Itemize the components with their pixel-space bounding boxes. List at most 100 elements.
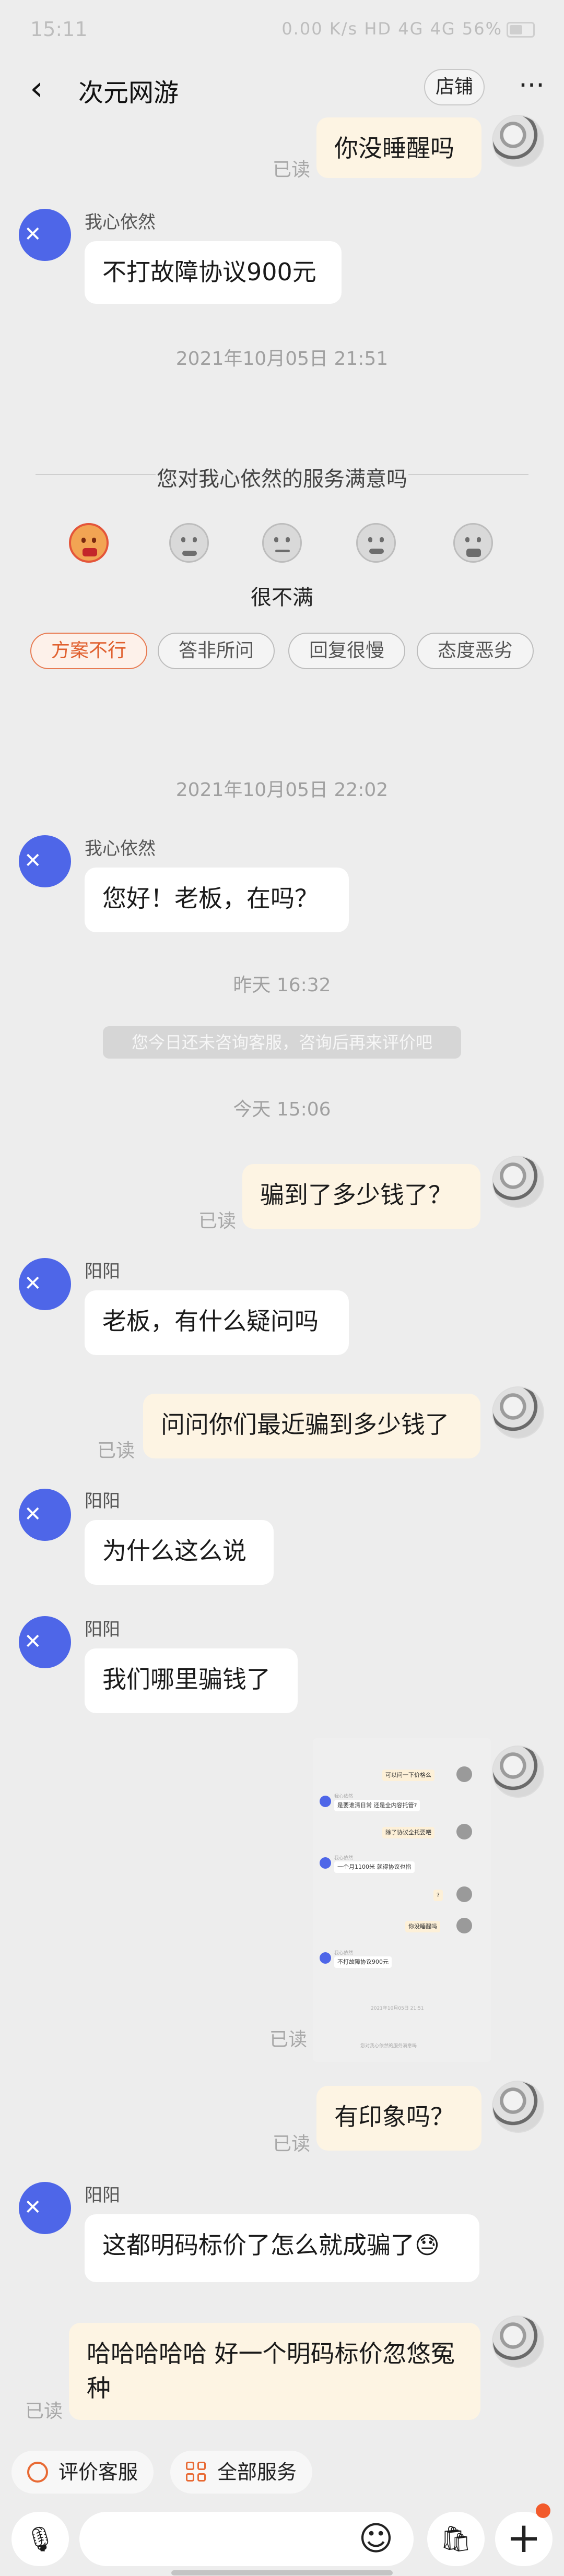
incoming-message[interactable]: 我们哪里骗钱了 bbox=[85, 1648, 298, 1713]
face-dissatisfied-icon[interactable] bbox=[169, 523, 209, 563]
rate-service-button[interactable]: 评价客服 bbox=[11, 2451, 154, 2494]
embed-timestamp: 2021年10月05日 21:51 bbox=[371, 2006, 424, 2011]
sender-name: 我心依然 bbox=[85, 212, 156, 233]
read-receipt: 已读 bbox=[269, 2029, 308, 2050]
outgoing-message[interactable]: 有印象吗？ bbox=[316, 2086, 481, 2151]
embed-sender: 我心依然 bbox=[334, 1951, 354, 1956]
shop-button[interactable]: 店铺 bbox=[424, 69, 485, 105]
embed-bubble: 是要谁清日常 还是全内容托管? bbox=[334, 1800, 420, 1811]
smile-icon bbox=[27, 2462, 48, 2483]
embed-question: 您对我心依然的服务满意吗 bbox=[360, 2044, 417, 2049]
image-message-screenshot[interactable]: 可以问一下价格么 我心依然 是要谁清日常 还是全内容托管? 除了协议全托要吧 我… bbox=[313, 1738, 491, 2062]
embed-bubble: 可以问一下价格么 bbox=[382, 1770, 434, 1781]
satisfaction-question: 您对我心依然的服务满意吗 bbox=[157, 467, 407, 491]
sender-name: 阳阳 bbox=[85, 1491, 120, 1512]
system-notice: 您今日还未咨询客服，咨询后再来评价吧 bbox=[103, 1026, 461, 1059]
incoming-message[interactable]: 不打故障协议900元 bbox=[85, 241, 342, 304]
sender-name: 阳阳 bbox=[85, 1261, 120, 1282]
status-indicators: 0.00 K/s HD 4G 4G 56% bbox=[281, 19, 535, 39]
chat-header: ‹ 次元网游 店铺 ··· bbox=[0, 63, 564, 115]
read-receipt: 已读 bbox=[97, 1440, 135, 1462]
embed-avatar bbox=[456, 1886, 472, 1902]
sender-name: 阳阳 bbox=[85, 2185, 120, 2206]
face-satisfied-icon[interactable] bbox=[356, 523, 396, 563]
embed-sender: 我心依然 bbox=[334, 1856, 354, 1861]
voice-input-button[interactable]: 🎙 bbox=[11, 2512, 69, 2566]
incoming-message[interactable]: 为什么这么说 bbox=[85, 1520, 274, 1585]
satisfaction-selected-label: 很不满 bbox=[251, 586, 313, 610]
input-bar: 🎙 ☺ 🛍 + bbox=[0, 2506, 564, 2576]
sender-name: 阳阳 bbox=[85, 1619, 120, 1640]
my-avatar[interactable] bbox=[492, 1746, 544, 1798]
shop-avatar[interactable]: ✕ bbox=[19, 835, 71, 887]
plus-icon: + bbox=[506, 2513, 542, 2562]
read-receipt: 已读 bbox=[25, 2401, 63, 2422]
rate-service-label: 评价客服 bbox=[58, 2461, 138, 2484]
shop-avatar[interactable]: ✕ bbox=[19, 2182, 71, 2234]
tag-plan-bad[interactable]: 方案不行 bbox=[30, 633, 147, 669]
plus-button[interactable]: + bbox=[495, 2512, 553, 2566]
embed-avatar bbox=[456, 1918, 472, 1933]
shopping-bag-icon: 🛍 bbox=[440, 2524, 472, 2554]
emoji-button[interactable]: ☺ bbox=[356, 2519, 396, 2559]
read-receipt: 已读 bbox=[198, 1210, 237, 1232]
embed-bubble: 除了协议全托要吧 bbox=[382, 1827, 434, 1838]
shop-avatar[interactable]: ✕ bbox=[19, 1258, 71, 1310]
read-receipt: 已读 bbox=[273, 2133, 311, 2155]
tag-slow-reply[interactable]: 回复很慢 bbox=[288, 633, 405, 669]
incoming-message[interactable]: 这都明码标价了怎么就成骗了😓 bbox=[85, 2214, 479, 2282]
my-avatar[interactable] bbox=[492, 2081, 544, 2133]
status-bar: 15:11 0.00 K/s HD 4G 4G 56% bbox=[0, 0, 564, 63]
embed-bubble: 你没睡醒吗 bbox=[405, 1921, 440, 1932]
my-avatar[interactable] bbox=[492, 115, 544, 167]
status-time: 15:11 bbox=[30, 18, 88, 41]
more-button[interactable]: ··· bbox=[515, 70, 548, 106]
sender-name: 我心依然 bbox=[85, 838, 156, 859]
embed-bubble: 不打故障协议900元 bbox=[334, 1956, 392, 1968]
incoming-message[interactable]: 您好！老板，在吗？ bbox=[85, 868, 349, 932]
all-services-button[interactable]: 全部服务 bbox=[170, 2451, 313, 2494]
shop-avatar[interactable]: ✕ bbox=[19, 1616, 71, 1668]
face-very-dissatisfied-icon[interactable] bbox=[69, 523, 109, 563]
timestamp: 2021年10月05日 22:02 bbox=[175, 779, 389, 801]
timestamp: 2021年10月05日 21:51 bbox=[175, 348, 389, 370]
face-very-satisfied-icon[interactable] bbox=[453, 523, 493, 563]
back-button[interactable]: ‹ bbox=[20, 72, 53, 105]
embed-bubble: 一个月1100米 就得协议也指 bbox=[334, 1861, 415, 1873]
outgoing-message[interactable]: 问问你们最近骗到多少钱了 bbox=[143, 1394, 480, 1458]
shop-logo-icon: ✕ bbox=[24, 2195, 42, 2219]
shopping-bag-button[interactable]: 🛍 bbox=[427, 2512, 485, 2566]
mic-icon: 🎙 bbox=[25, 2525, 56, 2553]
tag-irrelevant-answer[interactable]: 答非所问 bbox=[158, 633, 275, 669]
shop-logo-icon: ✕ bbox=[24, 1630, 42, 1654]
tag-bad-attitude[interactable]: 态度恶劣 bbox=[417, 633, 534, 669]
shop-logo-icon: ✕ bbox=[24, 1272, 42, 1296]
page-title: 次元网游 bbox=[78, 78, 179, 108]
shop-avatar[interactable]: ✕ bbox=[19, 209, 71, 261]
shop-avatar[interactable]: ✕ bbox=[19, 1489, 71, 1541]
read-receipt: 已读 bbox=[273, 159, 311, 181]
battery-icon bbox=[507, 22, 535, 38]
shop-logo-icon: ✕ bbox=[24, 1502, 42, 1526]
outgoing-message[interactable]: 骗到了多少钱了？ bbox=[242, 1164, 480, 1229]
home-indicator[interactable] bbox=[171, 2570, 393, 2575]
more-dots-icon: ··· bbox=[519, 70, 545, 101]
my-avatar[interactable] bbox=[492, 2316, 544, 2368]
outgoing-message[interactable]: 你没睡醒吗 bbox=[316, 117, 481, 178]
my-avatar[interactable] bbox=[492, 1386, 544, 1439]
my-avatar[interactable] bbox=[492, 1156, 544, 1208]
embed-avatar bbox=[456, 1766, 472, 1782]
face-neutral-icon[interactable] bbox=[262, 523, 302, 563]
incoming-message[interactable]: 老板，有什么疑问吗 bbox=[85, 1290, 349, 1355]
quick-actions-bar: 评价客服 全部服务 bbox=[0, 2446, 564, 2503]
embed-shop-avatar bbox=[320, 1796, 331, 1807]
notification-dot bbox=[536, 2503, 550, 2518]
outgoing-message[interactable]: 哈哈哈哈哈 好一个明码标价忽悠冤种 bbox=[69, 2323, 480, 2420]
emoji-icon: ☺ bbox=[358, 2520, 394, 2558]
embed-sender: 我心依然 bbox=[334, 1794, 354, 1799]
shop-logo-icon: ✕ bbox=[24, 849, 42, 873]
timestamp: 昨天 16:32 bbox=[233, 975, 331, 996]
chevron-left-icon: ‹ bbox=[30, 69, 43, 108]
grid-icon bbox=[186, 2462, 207, 2483]
embed-shop-avatar bbox=[320, 1857, 331, 1869]
